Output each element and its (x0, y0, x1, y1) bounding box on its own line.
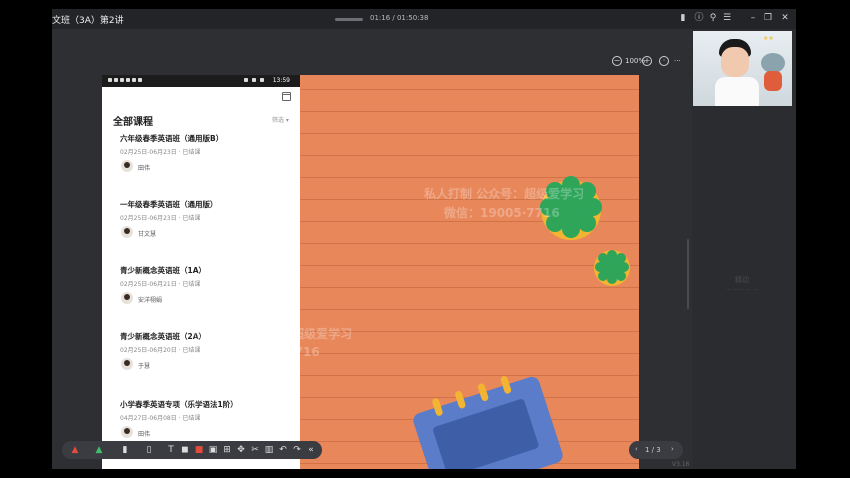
avatar (121, 226, 133, 238)
menu-icon[interactable]: ☰ (722, 13, 732, 24)
restore-icon[interactable]: ❐ (763, 13, 773, 24)
image-icon[interactable]: ▣ (208, 445, 218, 455)
list-item: 六年级春季英语班（通用版B） 02月25日-06月23日 · 已结课 田伟 (120, 133, 290, 172)
signal-icon (260, 78, 264, 82)
progress-track[interactable] (335, 18, 363, 21)
whiteboard-stage: − 100% + · ··· 13:59 全部课程 筛选 ▾ 六年级春季英语班（ (52, 29, 692, 469)
flower-decoration-small (594, 250, 630, 286)
logo: 精动 (735, 276, 749, 284)
list-item: 小学春季英语专项（乐学语法1阶） 04月27日-06月08日 · 已结课 田伟 (120, 399, 290, 438)
title-bar: 文班（3A）第2讲 01:16 / 01:50:38 ▮ ⓘ ⚲ ☰ – ❐ ✕ (52, 9, 796, 29)
window-title: 文班（3A）第2讲 (52, 16, 124, 26)
shape-icon[interactable]: ◼ (180, 445, 190, 455)
notification-icon (114, 78, 118, 82)
watermark-line: 私人打制 公众号：超级爱学习 (424, 187, 585, 201)
calendar-icon (282, 92, 291, 101)
pen-icon[interactable]: ▲ (70, 445, 80, 455)
avatar (121, 426, 133, 438)
text-icon[interactable]: T (166, 445, 176, 455)
notification-icon (126, 78, 130, 82)
filter-label: 筛选 ▾ (272, 117, 289, 124)
course-date: 02月25日-06月21日 · 已结课 (120, 281, 201, 288)
course-date: 02月25日-06月20日 · 已结课 (120, 347, 201, 354)
logo-subline: — — — — — (726, 287, 758, 293)
watermark-line: 微信：19005⋅7716 (444, 206, 560, 220)
close-icon[interactable]: ✕ (780, 13, 790, 24)
avatar (121, 292, 133, 304)
star-icon: ★★ (763, 35, 774, 42)
avatar (121, 160, 133, 172)
course-name: 一年级春季英语班（通用版） (120, 200, 218, 209)
course-name: 青少新概念英语班（1A） (120, 266, 207, 275)
fit-screen-icon[interactable]: · (659, 56, 669, 66)
highlighter-icon[interactable]: ▲ (94, 445, 104, 455)
teacher-name: 于慧 (138, 363, 151, 370)
battery-icon (252, 78, 256, 82)
courseware-slide (300, 75, 639, 469)
status-time: 13:59 (272, 77, 290, 84)
list-item: 青少新概念英语班（1A） 02月25日-06月21日 · 已结课 安洋栩娟 (120, 265, 290, 304)
course-name: 小学春季英语专项（乐学语法1阶） (120, 400, 238, 409)
drawing-toolbar: ▲ ▲ ▮ ▯ T ◼ ■ ▣ ⊞ ✥ ✂ ▥ ↶ ↷ « (62, 441, 322, 459)
watermark-line: 微信：19005⋅7716 (204, 345, 320, 359)
zoom-in-icon[interactable]: + (642, 56, 652, 66)
undo-icon[interactable]: ↶ (278, 445, 288, 455)
avatar (121, 358, 133, 370)
teacher-name: 甘文慧 (138, 231, 157, 238)
page-pager: ‹ 1 / 3 › (629, 441, 683, 459)
notification-icon (138, 78, 142, 82)
grid-icon[interactable]: ⊞ (222, 445, 232, 455)
app-window: 文班（3A）第2讲 01:16 / 01:50:38 ▮ ⓘ ⚲ ☰ – ❐ ✕… (52, 9, 796, 469)
teacher-name: 安洋栩娟 (138, 297, 163, 304)
teacher-name: 田伟 (138, 165, 151, 172)
course-name: 六年级春季英语班（通用版B） (120, 134, 224, 143)
course-date: 02月25日-06月23日 · 已结课 (120, 149, 201, 156)
teacher-video: ★★ (693, 31, 792, 106)
collapse-icon[interactable]: « (306, 445, 316, 455)
course-date: 02月25日-06月23日 · 已结课 (120, 215, 201, 222)
info-icon[interactable]: ⓘ (694, 13, 704, 24)
notification-icon (108, 78, 112, 82)
trash-icon[interactable]: ▥ (264, 445, 274, 455)
robot-mascot-icon (759, 53, 787, 93)
phone-screenshot: 13:59 全部课程 筛选 ▾ 六年级春季英语班（通用版B） 02月25日-06… (102, 75, 300, 469)
playback-time: 01:16 / 01:50:38 (370, 14, 429, 22)
eraser-icon[interactable]: ▮ (120, 445, 130, 455)
move-icon[interactable]: ✥ (236, 445, 246, 455)
version-label: V3.16 (672, 461, 690, 468)
redo-icon[interactable]: ↷ (292, 445, 302, 455)
notebook-illustration (411, 374, 565, 469)
teacher-name: 田伟 (138, 431, 151, 438)
phone-status-bar: 13:59 (102, 75, 300, 87)
search-icon[interactable]: ⚲ (708, 13, 718, 24)
color-icon[interactable]: ■ (194, 445, 204, 455)
watermark-line: 私人打制 公众号：超级爱学习 (192, 327, 353, 341)
wifi-icon (244, 78, 248, 82)
zoom-out-icon[interactable]: − (612, 56, 622, 66)
notification-icon (132, 78, 136, 82)
list-item: 一年级春季英语班（通用版） 02月25日-06月23日 · 已结课 甘文慧 (120, 199, 290, 238)
more-icon[interactable]: ··· (674, 57, 681, 65)
page-title: 全部课程 (113, 117, 153, 128)
scrollbar[interactable] (687, 239, 689, 309)
page-indicator: 1 / 3 (645, 446, 661, 454)
scissors-icon[interactable]: ✂ (250, 445, 260, 455)
page-icon[interactable]: ▯ (144, 445, 154, 455)
signal-icon: ▮ (680, 13, 686, 23)
prev-page-icon[interactable]: ‹ (635, 445, 638, 453)
course-date: 04月27日-06月08日 · 已结课 (120, 415, 201, 422)
next-page-icon[interactable]: › (671, 445, 674, 453)
notification-icon (120, 78, 124, 82)
side-panel: ★★ 精动 — — — — — (692, 29, 796, 469)
minimize-icon[interactable]: – (748, 13, 758, 24)
